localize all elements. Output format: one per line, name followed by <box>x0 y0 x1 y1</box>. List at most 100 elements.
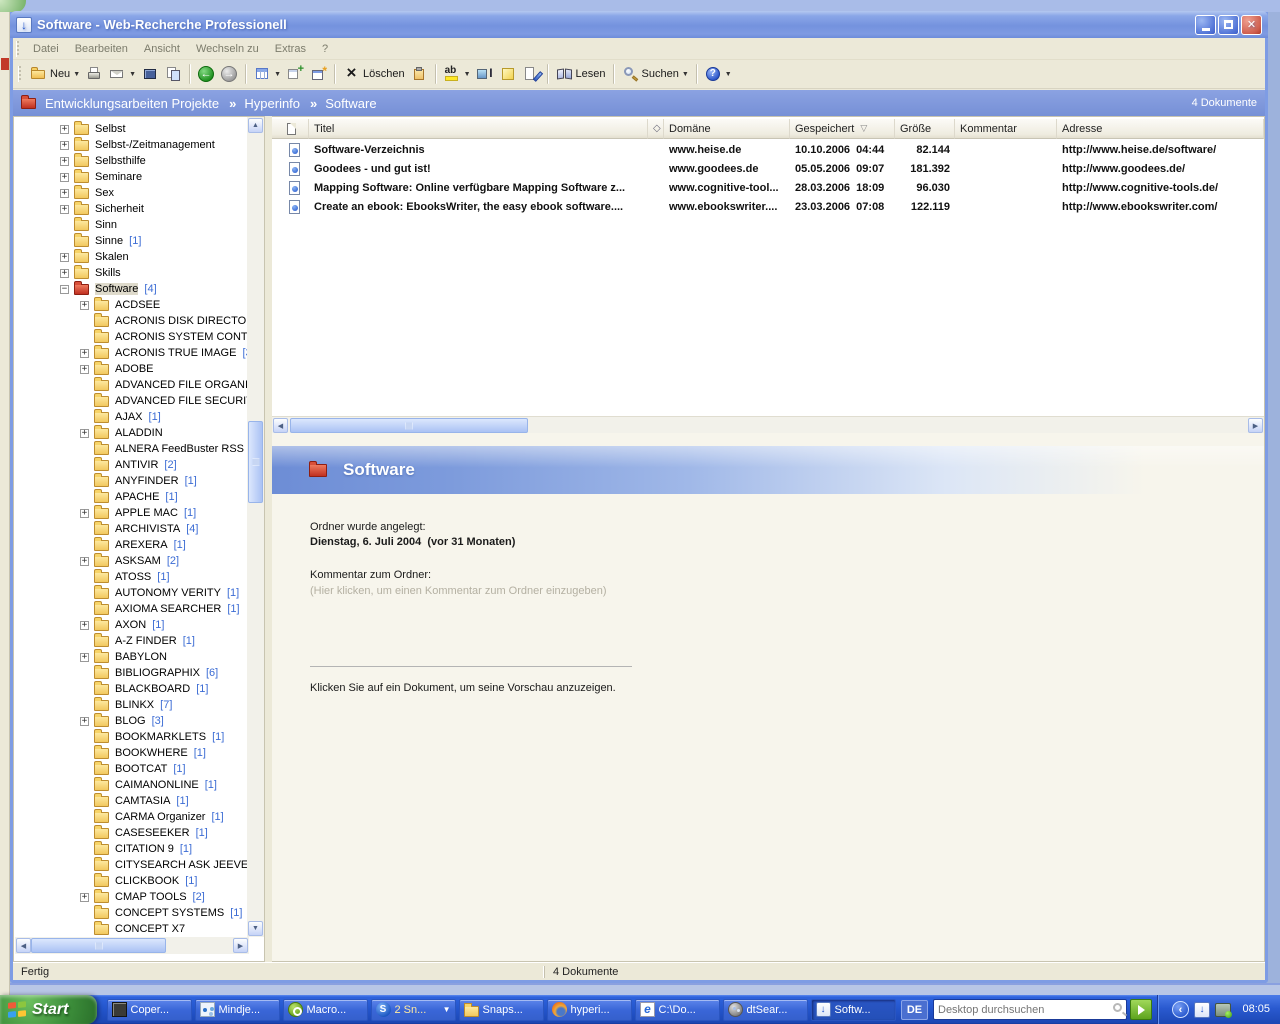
tree-item-label[interactable]: APPLE MAC <box>115 507 178 519</box>
tree-item[interactable]: AUTONOMY VERITY [1] <box>14 585 247 601</box>
scrollbar-thumb[interactable] <box>31 938 166 953</box>
tree-item[interactable]: BLINKX [7] <box>14 697 247 713</box>
tree-item[interactable]: + Sex <box>14 185 247 201</box>
tree-item-label[interactable]: Sex <box>95 187 114 199</box>
list-horizontal-scrollbar[interactable]: ◀ ▶ <box>272 416 1264 433</box>
menu-item[interactable]: ? <box>314 41 336 57</box>
tree-item-label[interactable]: BOOTCAT <box>115 763 167 775</box>
column-header-type[interactable] <box>272 119 309 139</box>
new-window-button[interactable]: ▼ <box>307 62 330 86</box>
task-macromedia[interactable]: Macro... ▼ <box>283 999 368 1021</box>
tree-expander[interactable]: + <box>80 653 89 662</box>
task-explorer[interactable]: C:\Do... ▼ <box>635 999 720 1021</box>
scrollbar-thumb[interactable] <box>290 418 528 433</box>
tree-expander[interactable]: + <box>80 301 89 310</box>
tree-expander[interactable]: + <box>60 173 69 182</box>
tree-item[interactable]: − Software [4] <box>14 281 247 297</box>
tree-item-label[interactable]: ASKSAM <box>115 555 161 567</box>
tree-expander[interactable]: + <box>80 509 89 518</box>
tree-expander[interactable]: − <box>60 285 69 294</box>
tree-item-label[interactable]: AXIOMA SEARCHER <box>115 603 221 615</box>
agent-tray-icon[interactable] <box>1215 1003 1231 1017</box>
scroll-left-icon[interactable]: ◀ <box>16 938 31 953</box>
paste-button[interactable]: ▼ <box>408 62 431 86</box>
tree-item[interactable]: ACRONIS SYSTEM CONTROL <box>14 329 247 345</box>
back-button[interactable]: ▼ <box>195 62 218 86</box>
tree-item[interactable]: BIBLIOGRAPHIX [6] <box>14 665 247 681</box>
menu-item[interactable]: Bearbeiten <box>67 41 136 57</box>
delete-button[interactable]: Löschen ▼ <box>340 62 408 86</box>
column-header-adresse[interactable]: Adresse <box>1057 119 1264 139</box>
tree-item-label[interactable]: Sicherheit <box>95 203 144 215</box>
tree-item[interactable]: BOOKWHERE [1] <box>14 745 247 761</box>
tree-item[interactable]: + ASKSAM [2] <box>14 553 247 569</box>
table-add-button[interactable]: ▼ <box>284 62 307 86</box>
tree-item[interactable]: BLACKBOARD [1] <box>14 681 247 697</box>
tree-item-label[interactable]: ADOBE <box>115 363 154 375</box>
tree-item[interactable]: + AXON [1] <box>14 617 247 633</box>
tree-item-label[interactable]: Skalen <box>95 251 129 263</box>
tree-item[interactable]: + Sicherheit <box>14 201 247 217</box>
tree-item-label[interactable]: BOOKMARKLETS <box>115 731 206 743</box>
breadcrumb-segment[interactable]: Hyperinfo <box>244 96 300 111</box>
tree-item[interactable]: CONCEPT X7 <box>14 921 247 937</box>
tree-expander[interactable]: + <box>60 125 69 134</box>
tree-item[interactable]: AREXERA [1] <box>14 537 247 553</box>
tree-item-label[interactable]: CASESEEKER <box>115 827 190 839</box>
tree-item-label[interactable]: CAIMANONLINE <box>115 779 199 791</box>
tree-item[interactable]: AXIOMA SEARCHER [1] <box>14 601 247 617</box>
tree-item-label[interactable]: ACRONIS SYSTEM CONTROL <box>115 331 247 343</box>
tree-item-label[interactable]: ACRONIS TRUE IMAGE <box>115 347 236 359</box>
minimize-button[interactable] <box>1195 15 1216 35</box>
app-tray-icon[interactable] <box>1194 1002 1210 1018</box>
tree-item-label[interactable]: A-Z FINDER <box>115 635 177 647</box>
tree-item-label[interactable]: AXON <box>115 619 146 631</box>
toolbar-grip[interactable] <box>16 41 19 57</box>
rename-button[interactable]: ▼ <box>474 62 497 86</box>
dropdown-arrow-icon[interactable]: ▼ <box>73 71 80 78</box>
dropdown-arrow-icon[interactable]: ▼ <box>464 71 471 78</box>
task-mindjet[interactable]: Mindje... ▼ <box>195 999 280 1021</box>
tree-item[interactable]: ACRONIS DISK DIRECTOR S <box>14 313 247 329</box>
tree-item[interactable]: CARMA Organizer [1] <box>14 809 247 825</box>
tree-item[interactable]: + BABYLON <box>14 649 247 665</box>
tree-vertical-scrollbar[interactable]: ▲ ▼ <box>247 117 264 937</box>
document-row[interactable]: Software-Verzeichnis www.heise.de 10.10.… <box>272 140 1264 159</box>
breadcrumb-segment[interactable]: Software <box>325 96 376 111</box>
tree-expander[interactable]: + <box>60 141 69 150</box>
tree-expander[interactable]: + <box>60 157 69 166</box>
desktop-search-input[interactable] <box>934 1002 1102 1019</box>
tree-item[interactable]: + Selbst-/Zeitmanagement <box>14 137 247 153</box>
column-header-titel[interactable]: Titel <box>309 119 648 139</box>
maximize-button[interactable] <box>1218 15 1239 35</box>
document-row[interactable]: Goodees - und gut ist! www.goodees.de 05… <box>272 159 1264 178</box>
dropdown-arrow-icon[interactable]: ▼ <box>274 71 281 78</box>
tree-item-label[interactable]: CITYSEARCH ASK JEEVES <box>115 859 247 871</box>
search-button[interactable]: Suchen ▼ <box>619 62 692 86</box>
tree-item-label[interactable]: BLOG <box>115 715 146 727</box>
tree-item-label[interactable]: ALADDIN <box>115 427 163 439</box>
tree-item[interactable]: + ACDSEE <box>14 297 247 313</box>
menu-item[interactable]: Ansicht <box>136 41 188 57</box>
tree-item[interactable]: + Skills <box>14 265 247 281</box>
tree-item-label[interactable]: Selbsthilfe <box>95 155 146 167</box>
tree-item-label[interactable]: Software <box>95 283 138 295</box>
tree-item-label[interactable]: CLICKBOOK <box>115 875 179 887</box>
tree-item[interactable]: ANTIVIR [2] <box>14 457 247 473</box>
menu-item[interactable]: Extras <box>267 41 314 57</box>
dropdown-arrow-icon[interactable]: ▼ <box>682 71 689 78</box>
dropdown-arrow-icon[interactable]: ▼ <box>725 71 732 78</box>
tree-item-label[interactable]: ARCHIVISTA <box>115 523 180 535</box>
tree-item[interactable]: A-Z FINDER [1] <box>14 633 247 649</box>
tree-item[interactable]: + Skalen <box>14 249 247 265</box>
tree-item[interactable]: + Selbsthilfe <box>14 153 247 169</box>
tree-item-label[interactable]: CAMTASIA <box>115 795 170 807</box>
tree-item[interactable]: CITATION 9 [1] <box>14 841 247 857</box>
tree-item-label[interactable]: AJAX <box>115 411 143 423</box>
menu-item[interactable]: Datei <box>25 41 67 57</box>
tree-item[interactable]: AJAX [1] <box>14 409 247 425</box>
send-button[interactable]: ▼ <box>106 62 139 86</box>
tree-item[interactable]: CONCEPT SYSTEMS [1] <box>14 905 247 921</box>
task-hyperinfo-firefox[interactable]: hyperi... ▼ <box>547 999 632 1021</box>
tree-expander[interactable]: + <box>80 717 89 726</box>
